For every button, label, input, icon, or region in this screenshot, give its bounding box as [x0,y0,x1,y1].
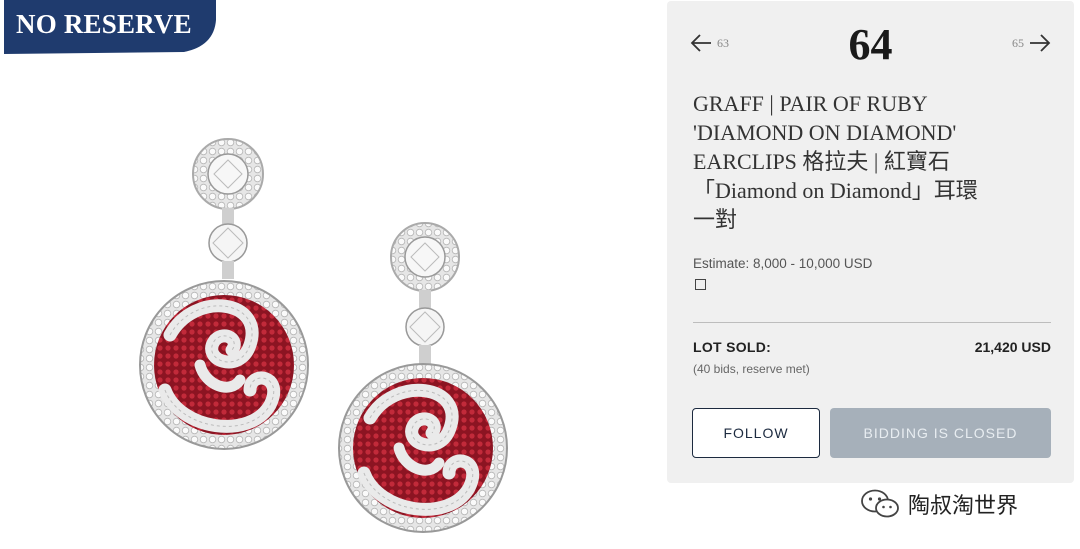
estimate-text: Estimate: 8,000 - 10,000 USD [693,256,873,271]
lot-title-line: 'DIAMOND ON DIAMOND' [693,120,957,145]
lot-panel: 63 64 65 GRAFF | PAIR OF RUBY 'DIAMOND O… [667,1,1074,483]
lot-title: GRAFF | PAIR OF RUBY 'DIAMOND ON DIAMOND… [693,89,1053,234]
lot-title-line: 一對 [693,207,738,232]
right-earring [338,222,508,533]
lot-title-line: EARCLIPS 格拉夫 | 紅寶石 [693,149,950,174]
lot-title-line: GRAFF | PAIR OF RUBY [693,91,928,116]
lot-sold-note: (40 bids, reserve met) [693,362,810,376]
arrow-right-icon [1030,34,1051,52]
divider [693,322,1051,323]
lot-title-line: 「Diamond on Diamond」耳環 [693,178,978,203]
next-lot-number: 65 [1012,35,1024,50]
badge-label: NO RESERVE [16,9,192,39]
no-reserve-badge: NO RESERVE [4,0,216,54]
bidding-closed-button: BIDDING IS CLOSED [830,408,1051,458]
follow-button[interactable]: FOLLOW [692,408,820,458]
next-lot-link[interactable]: 65 [1012,33,1052,53]
product-image [100,120,540,540]
watermark-text: 陶叔淘世界 [908,494,1019,519]
wechat-icon [861,489,899,518]
watermark: 陶叔淘世界 [860,488,1018,520]
lot-sold-price: 21,420 USD [974,339,1051,355]
left-earring [139,138,309,450]
lot-sold-label: LOT SOLD: [693,339,772,355]
estimate-checkbox[interactable] [695,279,706,290]
